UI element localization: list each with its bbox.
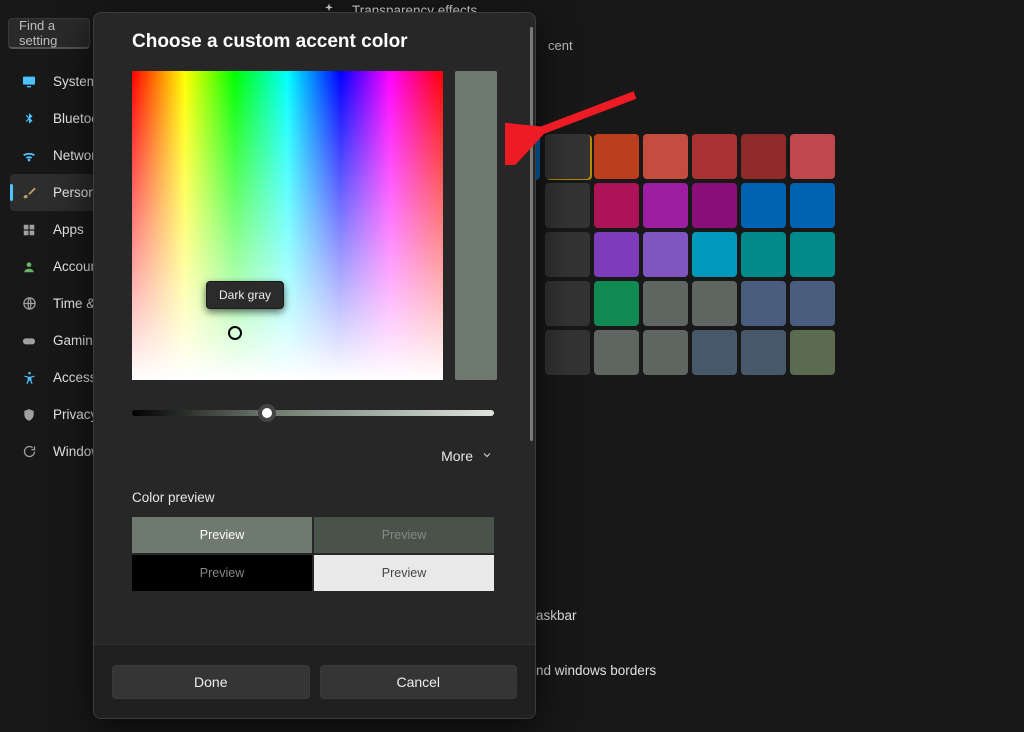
accent-color-swatch[interactable] [643, 134, 688, 179]
accent-color-swatch[interactable] [790, 330, 835, 375]
selected-color-strip [455, 71, 497, 380]
accent-color-swatch[interactable] [741, 330, 786, 375]
accent-color-swatch[interactable] [643, 183, 688, 228]
color-picker-dialog: Choose a custom accent color Dark gray M… [93, 12, 536, 719]
accent-color-swatch[interactable] [545, 183, 590, 228]
brush-icon [20, 184, 38, 202]
preview-tile-black: Preview [132, 555, 312, 591]
dialog-footer: Done Cancel [94, 644, 535, 718]
accent-color-swatch[interactable] [741, 281, 786, 326]
slider-thumb[interactable] [258, 404, 276, 422]
color-gradient[interactable]: Dark gray [132, 71, 443, 380]
color-preview-grid: Preview Preview Preview Preview [132, 517, 494, 591]
preview-tile-white: Preview [314, 555, 494, 591]
taskbar-fragment: askbar [536, 608, 577, 623]
accent-color-swatch[interactable] [643, 232, 688, 277]
accent-color-swatch[interactable] [741, 134, 786, 179]
color-tooltip: Dark gray [206, 281, 284, 309]
person-icon [20, 258, 38, 276]
accessibility-icon [20, 369, 38, 387]
sidebar-item-label: Privacy [53, 407, 97, 422]
bluetooth-icon [20, 110, 38, 128]
sidebar-item-label: Apps [53, 222, 84, 237]
more-toggle[interactable]: More [132, 448, 497, 464]
accent-color-swatch[interactable] [692, 232, 737, 277]
accent-color-swatch[interactable] [692, 183, 737, 228]
apps-icon [20, 221, 38, 239]
monitor-icon [20, 73, 38, 91]
more-label: More [441, 448, 473, 464]
done-button[interactable]: Done [112, 665, 310, 699]
accent-color-swatch[interactable] [790, 281, 835, 326]
accent-color-swatch[interactable] [790, 134, 835, 179]
globe-icon [20, 295, 38, 313]
accent-color-swatch[interactable] [741, 183, 786, 228]
cancel-button[interactable]: Cancel [320, 665, 518, 699]
wifi-icon [20, 147, 38, 165]
accent-color-swatch[interactable] [594, 232, 639, 277]
update-icon [20, 443, 38, 461]
chevron-down-icon [481, 448, 493, 464]
sidebar-item-label: System [53, 74, 98, 89]
accent-color-swatch[interactable] [545, 281, 590, 326]
dialog-body: Choose a custom accent color Dark gray M… [94, 13, 535, 644]
borders-fragment: nd windows borders [536, 663, 656, 678]
accent-color-grid[interactable] [545, 134, 835, 375]
accent-color-swatch[interactable] [545, 232, 590, 277]
accent-color-swatch[interactable] [643, 330, 688, 375]
accent-color-swatch[interactable] [643, 281, 688, 326]
accent-color-swatch[interactable] [594, 183, 639, 228]
accent-color-swatch[interactable] [692, 281, 737, 326]
value-slider[interactable] [132, 410, 494, 416]
dialog-scrollbar[interactable] [530, 27, 533, 514]
color-preview-label: Color preview [132, 490, 497, 505]
accent-color-swatch[interactable] [741, 232, 786, 277]
accent-color-swatch[interactable] [692, 134, 737, 179]
preview-tile-accent-dark: Preview [314, 517, 494, 553]
preview-tile-accent-light: Preview [132, 517, 312, 553]
accent-color-swatch[interactable] [594, 134, 639, 179]
accent-color-swatch[interactable] [545, 330, 590, 375]
gamepad-icon [20, 332, 38, 350]
accent-color-swatch[interactable] [545, 134, 590, 179]
accent-color-swatch[interactable] [790, 232, 835, 277]
search-input[interactable]: Find a setting [8, 18, 90, 49]
accent-fragment: cent [548, 38, 573, 53]
accent-color-swatch[interactable] [692, 330, 737, 375]
shield-icon [20, 406, 38, 424]
gradient-cursor[interactable] [228, 326, 242, 340]
accent-color-swatch[interactable] [790, 183, 835, 228]
accent-color-swatch[interactable] [594, 330, 639, 375]
search-placeholder: Find a setting [19, 18, 79, 48]
accent-color-swatch[interactable] [594, 281, 639, 326]
dialog-title: Choose a custom accent color [132, 31, 497, 53]
